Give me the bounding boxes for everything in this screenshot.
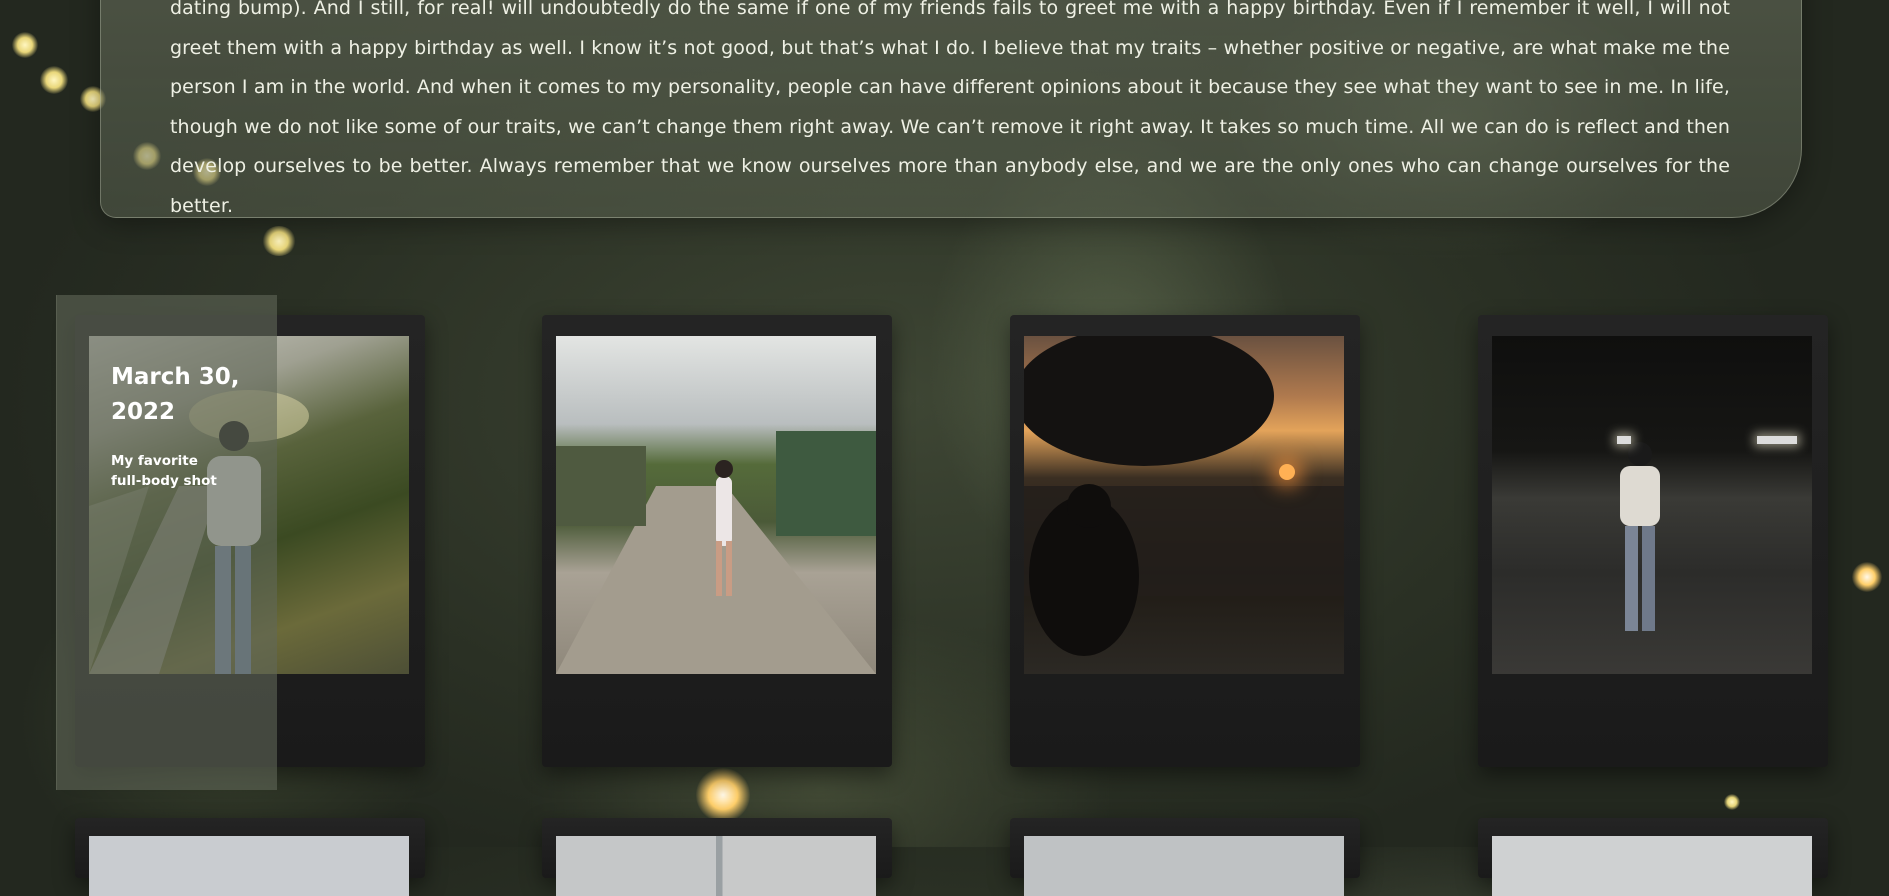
polaroid-card[interactable]: [1010, 315, 1360, 767]
street-lights: [1757, 436, 1797, 444]
photo: [1492, 836, 1812, 896]
photo: [1024, 336, 1344, 674]
sun: [1279, 464, 1295, 480]
photo-scene: [1620, 442, 1660, 631]
street-lights: [1617, 436, 1631, 444]
polaroid-card[interactable]: [1478, 818, 1828, 896]
photo: [89, 836, 409, 896]
photo: [1492, 336, 1812, 674]
polaroid-card[interactable]: [542, 315, 892, 767]
photo: [556, 336, 876, 674]
polaroid-card[interactable]: [1010, 818, 1360, 896]
polaroid-card[interactable]: [1478, 315, 1828, 767]
polaroid-card[interactable]: [75, 818, 425, 896]
photo-date: March 30, 2022: [111, 364, 240, 425]
photo-scene: [1024, 336, 1344, 656]
polaroid-card[interactable]: [542, 818, 892, 896]
photo: [556, 836, 876, 896]
photo: [1024, 836, 1344, 896]
photo-scene: [556, 431, 876, 674]
photo-caption: My favorite full-body shot: [111, 453, 217, 489]
photo-gallery: [0, 0, 1889, 896]
